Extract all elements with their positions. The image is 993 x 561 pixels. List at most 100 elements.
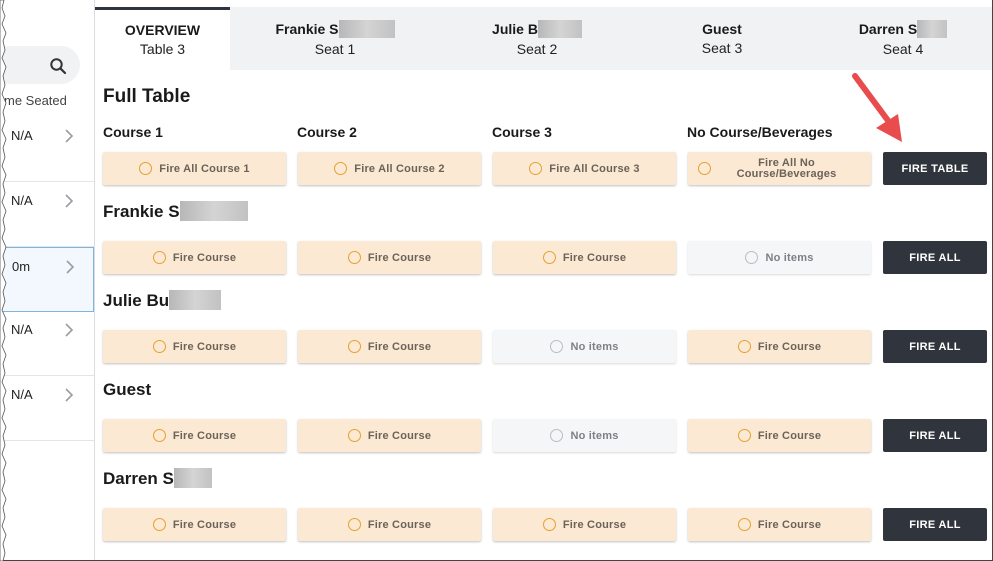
status-circle-icon [152, 518, 166, 531]
seat-tabs: OVERVIEW Table 3 Frankie S Seat 1 Julie … [95, 7, 993, 70]
fire-course-button[interactable]: Fire Course [103, 508, 286, 541]
button-label: Fire All Course 1 [159, 162, 250, 175]
chevron-right-icon [65, 388, 74, 402]
list-item[interactable]: N/A [0, 182, 94, 247]
button-label: Fire Course [757, 340, 822, 353]
fire-course-button[interactable]: Fire Course [493, 241, 676, 274]
time-seated-column-header: me Seated [4, 93, 67, 108]
button-label: Fire Course [172, 518, 237, 531]
tab-overview[interactable]: OVERVIEW Table 3 [95, 7, 230, 70]
fire-all-course-2-button[interactable]: Fire All Course 2 [298, 152, 481, 185]
fire-course-button[interactable]: Fire Course [103, 419, 286, 452]
redacted-name-blur [169, 290, 222, 311]
tab-title: Frankie S [275, 21, 339, 37]
chevron-right-icon [65, 323, 74, 337]
list-item[interactable]: N/A [0, 376, 94, 441]
button-label: Fire Course [562, 518, 627, 531]
tab-seat-2[interactable]: Julie B Seat 2 [457, 7, 617, 70]
button-label: No items [570, 429, 619, 442]
button-label: Fire All No Course/Beverages [736, 156, 837, 180]
fire-all-beverages-button[interactable]: Fire All No Course/Beverages [688, 152, 871, 185]
fire-all-button[interactable]: FIRE ALL [883, 330, 987, 363]
tab-subtitle: Seat 3 [701, 40, 743, 56]
redacted-name-blur [338, 19, 395, 38]
torn-edge-decoration [0, 0, 7, 561]
no-items-button: No items [493, 419, 676, 452]
tab-title: Julie B [492, 21, 538, 37]
fire-all-button[interactable]: FIRE ALL [883, 241, 987, 274]
time-seated-value: N/A [11, 387, 33, 402]
button-label: Fire Course [172, 340, 237, 353]
button-label: Fire Course [367, 429, 432, 442]
status-circle-icon [737, 429, 751, 442]
tab-seat-3[interactable]: Guest Seat 3 [642, 7, 802, 70]
course-header: Course 2 [297, 124, 357, 140]
tab-subtitle: Seat 2 [516, 40, 558, 57]
tab-subtitle: Seat 4 [882, 40, 924, 57]
tab-seat-1[interactable]: Frankie S Seat 1 [255, 7, 415, 70]
status-circle-icon [550, 340, 564, 353]
status-circle-icon [698, 162, 711, 175]
button-label: Fire Course [172, 429, 237, 442]
seat-section-title: Guest [103, 380, 152, 399]
search-icon[interactable] [49, 57, 67, 75]
fire-course-button[interactable]: Fire Course [298, 241, 481, 274]
status-circle-icon [347, 518, 361, 531]
tab-subtitle: Seat 1 [314, 40, 356, 57]
course-header: Course 1 [103, 124, 163, 140]
fire-course-button[interactable]: Fire Course [298, 508, 481, 541]
status-circle-icon [550, 429, 564, 442]
fire-course-button[interactable]: Fire Course [688, 419, 871, 452]
fire-table-button[interactable]: FIRE TABLE [883, 152, 987, 185]
time-seated-value: 0m [12, 259, 31, 274]
fire-all-button[interactable]: FIRE ALL [883, 508, 987, 541]
list-item[interactable]: N/A [0, 311, 94, 376]
button-label: Fire Course [562, 251, 627, 264]
status-circle-icon [152, 429, 166, 442]
time-seated-value: N/A [11, 128, 33, 143]
search-input[interactable] [0, 46, 80, 84]
no-items-button: No items [493, 330, 676, 363]
fire-course-button[interactable]: Fire Course [688, 330, 871, 363]
button-label: Fire All Course 3 [549, 162, 640, 175]
fire-course-button[interactable]: Fire Course [688, 508, 871, 541]
fire-course-button[interactable]: Fire Course [103, 330, 286, 363]
fire-course-button[interactable]: Fire Course [298, 419, 481, 452]
tab-title: OVERVIEW [124, 22, 201, 38]
status-circle-icon [334, 162, 348, 175]
status-circle-icon [152, 251, 166, 264]
tab-seat-4[interactable]: Darren S Seat 4 [825, 7, 981, 70]
fire-all-course-3-button[interactable]: Fire All Course 3 [493, 152, 676, 185]
fire-all-button[interactable]: FIRE ALL [883, 419, 987, 452]
status-circle-icon [737, 340, 751, 353]
tab-title: Darren S [858, 21, 918, 37]
redacted-name-blur [917, 19, 948, 38]
status-circle-icon [139, 162, 153, 175]
status-circle-icon [745, 251, 759, 264]
seat-section-title: Julie Bu [103, 290, 222, 311]
table-list-panel: me Seated N/A N/A 0m N/A N/A [0, 0, 95, 561]
list-item-selected[interactable]: 0m [0, 247, 94, 312]
fire-course-button[interactable]: Fire Course [493, 508, 676, 541]
tab-subtitle: Table 3 [139, 41, 186, 57]
fire-course-button[interactable]: Fire Course [103, 241, 286, 274]
status-circle-icon [347, 340, 361, 353]
status-circle-icon [347, 251, 361, 264]
button-label: No items [570, 340, 619, 353]
tab-title: Guest [702, 21, 742, 37]
chevron-right-icon [65, 194, 74, 208]
fire-all-course-1-button[interactable]: Fire All Course 1 [103, 152, 286, 185]
redacted-name-blur [173, 468, 212, 489]
list-item[interactable]: N/A [0, 117, 94, 182]
page-title: Full Table [103, 86, 191, 107]
fire-course-button[interactable]: Fire Course [298, 330, 481, 363]
button-label: Fire Course [367, 518, 432, 531]
status-circle-icon [347, 429, 361, 442]
seat-section-title: Frankie S [103, 201, 248, 222]
button-label: Fire Course [757, 429, 822, 442]
button-label: Fire Course [367, 251, 432, 264]
course-header: Course 3 [492, 124, 552, 140]
time-seated-value: N/A [11, 322, 33, 337]
button-label: Fire All Course 2 [354, 162, 445, 175]
redacted-name-blur [179, 201, 248, 222]
